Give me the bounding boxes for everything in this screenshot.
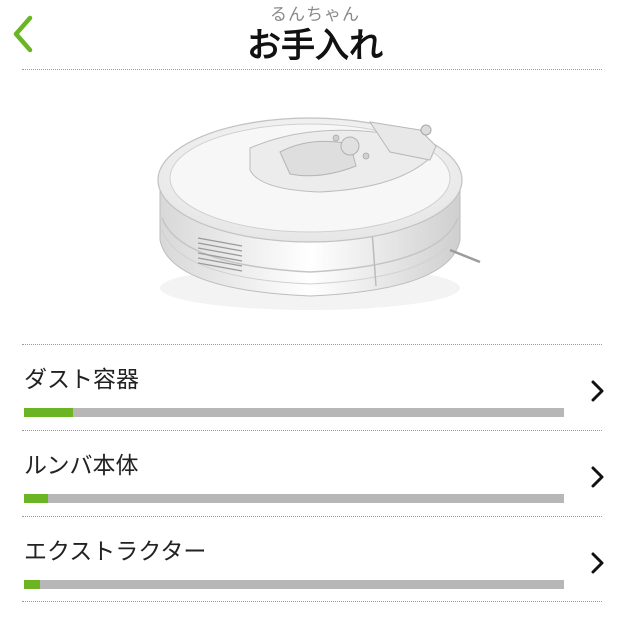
header: るんちゃん お手入れ bbox=[0, 0, 630, 70]
progress-bar bbox=[24, 408, 564, 417]
list-item-extractor[interactable]: エクストラクター bbox=[0, 516, 630, 602]
robot-vacuum-image bbox=[157, 117, 481, 310]
list-item-label: ルンバ本体 bbox=[24, 453, 139, 479]
page-title: お手入れ bbox=[247, 26, 383, 66]
divider bbox=[22, 69, 602, 70]
list-item-label: エクストラクター bbox=[24, 539, 207, 565]
chevron-right-icon bbox=[591, 552, 604, 574]
progress-bar bbox=[24, 494, 564, 503]
progress-bar-fill bbox=[24, 494, 49, 503]
chevron-right-icon bbox=[591, 466, 604, 488]
chevron-right-icon bbox=[591, 380, 604, 402]
divider bbox=[22, 601, 602, 602]
list-item-roomba-body[interactable]: ルンバ本体 bbox=[0, 430, 630, 516]
list-item-label: ダスト容器 bbox=[24, 367, 139, 393]
list-item-dust-bin[interactable]: ダスト容器 bbox=[0, 344, 630, 430]
progress-bar-fill bbox=[24, 580, 41, 589]
progress-bar-fill bbox=[24, 408, 73, 417]
progress-bar bbox=[24, 580, 564, 589]
